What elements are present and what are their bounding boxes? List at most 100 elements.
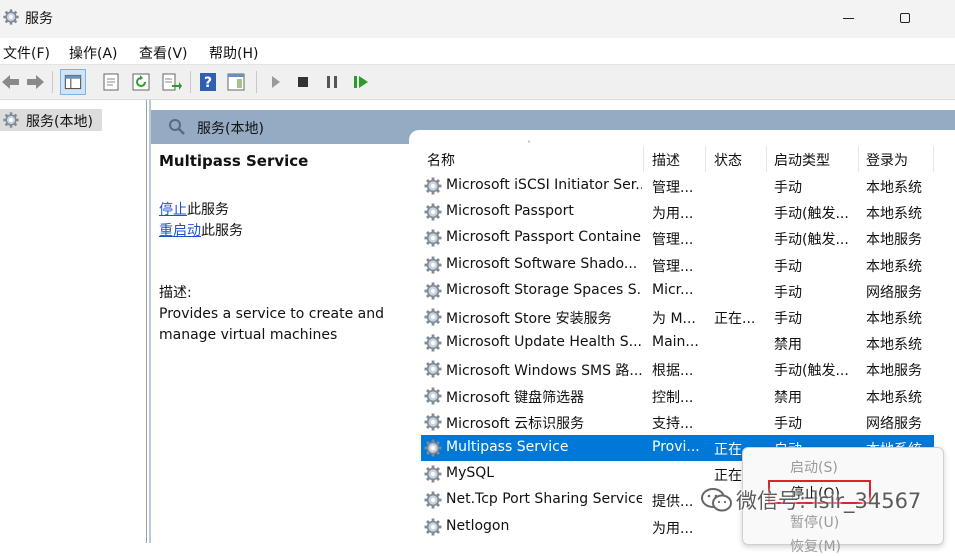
menu-action[interactable]: 操作(A) bbox=[69, 43, 118, 63]
maximize-button[interactable] bbox=[892, 5, 918, 31]
table-row[interactable]: Microsoft Passport 为用... 手动(触发... 本地系统 bbox=[421, 199, 934, 225]
table-row[interactable]: Microsoft Storage Spaces S... Micr... 手动 网络… bbox=[421, 278, 934, 304]
menu-file[interactable]: 文件(F) bbox=[3, 43, 50, 63]
tree-item-services-local[interactable]: 服务(本地) bbox=[0, 109, 102, 131]
menu-help[interactable]: 帮助(H) bbox=[209, 43, 258, 63]
cell-startup: 手动 bbox=[774, 415, 802, 432]
gear-icon bbox=[423, 255, 443, 275]
table-row[interactable]: Microsoft Store 安装服务 为 M... 正在... 手动 本地系统 bbox=[421, 304, 934, 330]
stop-service-link[interactable]: 停止 bbox=[159, 202, 187, 218]
context-menu-resume[interactable]: 恢复(M) bbox=[790, 536, 841, 556]
column-header-name[interactable]: 名称 bbox=[427, 150, 455, 170]
cell-startup: 手动 bbox=[774, 180, 802, 196]
gear-icon bbox=[423, 307, 443, 327]
menu-view[interactable]: 查看(V) bbox=[139, 43, 188, 63]
cell-startup: 手动 bbox=[774, 258, 802, 275]
stop-service-suffix: 此服务 bbox=[187, 202, 229, 218]
gear-icon bbox=[423, 386, 443, 406]
table-row[interactable]: Microsoft 键盘筛选器 控制... 禁用 本地系统 bbox=[421, 383, 934, 409]
cell-desc: 控制... bbox=[652, 389, 694, 406]
table-row[interactable]: Microsoft iSCSI Initiator Ser... 管理... 手动 本… bbox=[421, 173, 934, 199]
gear-icon bbox=[169, 119, 185, 135]
cell-logon: 网络服务 bbox=[866, 415, 922, 432]
cell-name: Microsoft iSCSI Initiator Ser... bbox=[446, 177, 642, 193]
cell-desc: 根据... bbox=[652, 363, 694, 380]
cell-startup: 手动 bbox=[774, 311, 802, 327]
cell-logon: 本地服务 bbox=[866, 363, 922, 380]
cell-logon: 本地服务 bbox=[866, 232, 922, 249]
cell-logon: 本地系统 bbox=[866, 206, 922, 223]
menu-bar: 文件(F) 操作(A) 查看(V) 帮助(H) bbox=[0, 38, 955, 64]
cell-desc: 为 M... bbox=[652, 311, 696, 327]
svg-text:?: ? bbox=[204, 75, 212, 91]
restart-service-link[interactable]: 重启动 bbox=[159, 223, 201, 239]
table-row[interactable]: Microsoft 云标识服务 支持... 手动 网络服务 bbox=[421, 409, 934, 435]
table-row[interactable]: Microsoft Software Shado... 管理... 手动 本地系统 bbox=[421, 252, 934, 278]
cell-desc: 提供... bbox=[652, 494, 694, 511]
watermark-text: 微信号: lsir_34567 bbox=[736, 489, 922, 513]
cell-name: Microsoft Store 安装服务 bbox=[446, 311, 612, 327]
help-icon[interactable]: ? bbox=[197, 71, 219, 93]
title-bar: 服务 bbox=[0, 0, 955, 38]
tree-item-label: 服务(本地) bbox=[26, 114, 93, 130]
cell-desc: 管理... bbox=[652, 180, 694, 196]
cell-startup: 手动(触发... bbox=[774, 232, 849, 249]
cell-logon: 本地系统 bbox=[866, 337, 922, 354]
console-tree-icon[interactable] bbox=[60, 69, 86, 95]
description-text: Provides a service to create and manage … bbox=[159, 306, 384, 343]
cell-desc: Main... bbox=[652, 334, 699, 351]
gear-icon bbox=[423, 176, 443, 196]
cell-name: Net.Tcp Port Sharing Service bbox=[446, 491, 642, 508]
cell-name: Microsoft Passport bbox=[446, 203, 574, 220]
column-header-status[interactable]: 状态 bbox=[714, 150, 742, 170]
properties-icon[interactable] bbox=[100, 71, 122, 93]
gear-icon bbox=[423, 517, 443, 537]
cell-startup: 禁用 bbox=[774, 389, 802, 406]
play-icon[interactable] bbox=[264, 71, 286, 93]
pane-title: 服务(本地) bbox=[197, 121, 264, 137]
refresh-icon[interactable] bbox=[130, 71, 152, 93]
console-tree: 服务(本地) bbox=[0, 100, 147, 543]
cell-desc: Provi... bbox=[652, 439, 700, 455]
column-header-log-on-as[interactable]: 登录为 bbox=[866, 150, 908, 170]
gear-icon bbox=[423, 333, 443, 353]
minimize-button[interactable] bbox=[836, 5, 862, 31]
cell-name: MySQL bbox=[446, 465, 495, 482]
cell-logon: 本地系统 bbox=[866, 180, 922, 196]
cell-logon: 本地系统 bbox=[866, 258, 922, 275]
cell-startup: 手动 bbox=[774, 284, 802, 301]
context-menu-start[interactable]: 启动(S) bbox=[790, 457, 838, 477]
cell-desc: Micr... bbox=[652, 281, 694, 298]
column-header-startup-type[interactable]: 启动类型 bbox=[774, 150, 830, 170]
forward-arrow-icon[interactable] bbox=[24, 71, 46, 93]
service-title: Multipass Service bbox=[159, 152, 309, 170]
export-list-icon[interactable] bbox=[160, 71, 182, 93]
cell-startup: 禁用 bbox=[774, 337, 802, 354]
table-row[interactable]: Microsoft Update Health S... Main... 禁用 本地系… bbox=[421, 330, 934, 356]
cell-startup: 手动(触发... bbox=[774, 363, 849, 380]
back-arrow-icon[interactable] bbox=[0, 71, 22, 93]
column-header-description[interactable]: 描述 bbox=[652, 150, 680, 170]
gear-icon bbox=[423, 490, 443, 510]
gear-icon bbox=[423, 412, 443, 432]
gear-icon bbox=[2, 8, 20, 26]
cell-logon: 本地系统 bbox=[866, 311, 922, 327]
table-row[interactable]: Microsoft Passport Container 管理... 手动(触发..… bbox=[421, 225, 934, 251]
pause-icon[interactable] bbox=[321, 71, 343, 93]
restart-service-line: 重启动此服务 bbox=[159, 220, 243, 240]
cell-desc: 支持... bbox=[652, 415, 694, 432]
gear-icon bbox=[2, 111, 20, 129]
show-hide-pane-icon[interactable] bbox=[225, 71, 247, 93]
extended-description: Multipass Service 停止此服务 重启动此服务 描述: Provi… bbox=[151, 144, 401, 543]
cell-startup: 手动(触发... bbox=[774, 206, 849, 223]
gear-icon bbox=[423, 228, 443, 248]
table-header: 名称 描述 状态 启动类型 登录为 bbox=[421, 144, 955, 172]
wechat-icon bbox=[701, 488, 732, 512]
cell-logon: 网络服务 bbox=[866, 284, 922, 301]
table-row[interactable]: Microsoft Windows SMS 路... 根据... 手动(触发... 本… bbox=[421, 356, 934, 382]
window-title: 服务 bbox=[25, 11, 53, 27]
stop-icon[interactable] bbox=[292, 71, 314, 93]
cell-desc: 管理... bbox=[652, 258, 694, 275]
cell-name: Microsoft 键盘筛选器 bbox=[446, 389, 585, 406]
restart-icon[interactable] bbox=[350, 71, 372, 93]
